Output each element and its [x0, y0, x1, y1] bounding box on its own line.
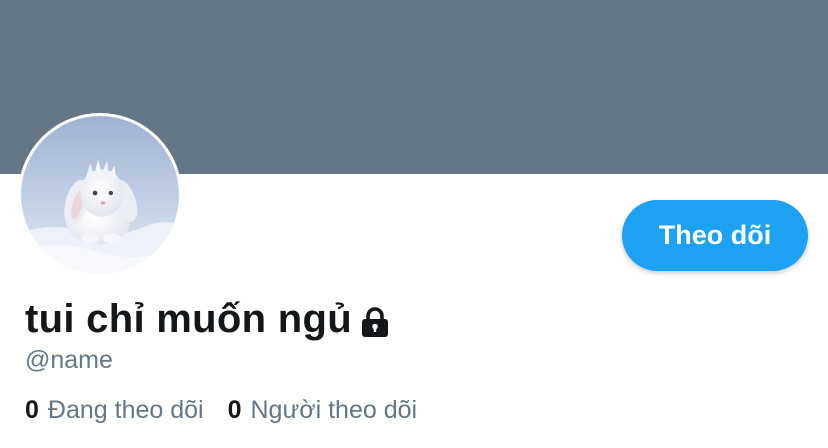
bunny-avatar-image: [21, 116, 179, 274]
avatar[interactable]: [18, 113, 182, 277]
following-label: Đang theo dõi: [47, 396, 204, 424]
profile-name-row: tui chỉ muốn ngủ: [25, 297, 392, 342]
profile-page: Theo dõi tui chỉ muốn ngủ @name 0 Đang t…: [0, 0, 828, 448]
followers-label: Người theo dõi: [250, 396, 418, 424]
display-name: tui chỉ muốn ngủ: [25, 297, 352, 341]
profile-stats: 0 Đang theo dõi 0 Người theo dõi: [25, 396, 441, 425]
followers-stat[interactable]: 0 Người theo dõi: [228, 396, 417, 425]
follow-button[interactable]: Theo dõi: [622, 200, 808, 271]
followers-count: 0: [227, 396, 242, 424]
following-count: 0: [25, 396, 39, 424]
profile-handle: @name: [25, 346, 113, 374]
lock-icon: [358, 305, 392, 339]
following-stat[interactable]: 0 Đang theo dõi: [25, 396, 204, 425]
